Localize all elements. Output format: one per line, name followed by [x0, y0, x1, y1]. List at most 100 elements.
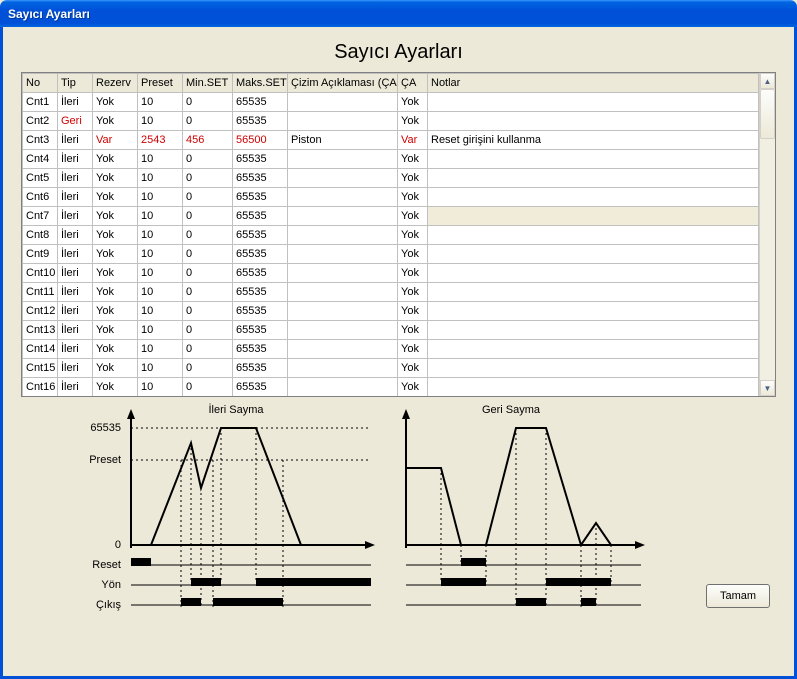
cell-not[interactable] [428, 150, 759, 169]
cell-rezerv[interactable]: Yok [93, 359, 138, 378]
cell-ca[interactable]: Yok [398, 188, 428, 207]
col-header-ciz[interactable]: Çizim Açıklaması (ÇA) [288, 74, 398, 93]
cell-min[interactable]: 0 [183, 150, 233, 169]
cell-tip[interactable]: İleri [58, 264, 93, 283]
cell-ciz[interactable] [288, 283, 398, 302]
cell-ca[interactable]: Yok [398, 283, 428, 302]
cell-maks[interactable]: 65535 [233, 283, 288, 302]
cell-min[interactable]: 0 [183, 169, 233, 188]
cell-maks[interactable]: 65535 [233, 188, 288, 207]
cell-preset[interactable]: 10 [138, 340, 183, 359]
table-row[interactable]: Cnt7İleriYok10065535Yok [23, 207, 759, 226]
table-row[interactable]: Cnt12İleriYok10065535Yok [23, 302, 759, 321]
table-row[interactable]: Cnt9İleriYok10065535Yok [23, 245, 759, 264]
cell-no[interactable]: Cnt15 [23, 359, 58, 378]
cell-ciz[interactable] [288, 150, 398, 169]
cell-maks[interactable]: 65535 [233, 169, 288, 188]
cell-rezerv[interactable]: Yok [93, 150, 138, 169]
cell-ca[interactable]: Yok [398, 226, 428, 245]
cell-maks[interactable]: 65535 [233, 226, 288, 245]
cell-rezerv[interactable]: Yok [93, 264, 138, 283]
cell-no[interactable]: Cnt10 [23, 264, 58, 283]
cell-maks[interactable]: 65535 [233, 302, 288, 321]
cell-ca[interactable]: Yok [398, 321, 428, 340]
cell-ca[interactable]: Yok [398, 359, 428, 378]
cell-maks[interactable]: 65535 [233, 93, 288, 112]
table-row[interactable]: Cnt5İleriYok10065535Yok [23, 169, 759, 188]
table-row[interactable]: Cnt15İleriYok10065535Yok [23, 359, 759, 378]
cell-min[interactable]: 0 [183, 302, 233, 321]
cell-preset[interactable]: 10 [138, 112, 183, 131]
table-row[interactable]: Cnt8İleriYok10065535Yok [23, 226, 759, 245]
cell-min[interactable]: 0 [183, 93, 233, 112]
cell-rezerv[interactable]: Yok [93, 283, 138, 302]
cell-not[interactable] [428, 169, 759, 188]
cell-no[interactable]: Cnt13 [23, 321, 58, 340]
cell-rezerv[interactable]: Yok [93, 321, 138, 340]
cell-tip[interactable]: İleri [58, 378, 93, 397]
cell-ca[interactable]: Yok [398, 169, 428, 188]
table-row[interactable]: Cnt3İleriVar254345656500PistonVarReset g… [23, 131, 759, 150]
cell-ca[interactable]: Yok [398, 264, 428, 283]
cell-maks[interactable]: 56500 [233, 131, 288, 150]
cell-no[interactable]: Cnt5 [23, 169, 58, 188]
cell-ciz[interactable]: Piston [288, 131, 398, 150]
table-row[interactable]: Cnt4İleriYok10065535Yok [23, 150, 759, 169]
cell-ciz[interactable] [288, 207, 398, 226]
table-row[interactable]: Cnt11İleriYok10065535Yok [23, 283, 759, 302]
col-header-preset[interactable]: Preset [138, 74, 183, 93]
cell-min[interactable]: 0 [183, 359, 233, 378]
cell-min[interactable]: 456 [183, 131, 233, 150]
table-row[interactable]: Cnt2GeriYok10065535Yok [23, 112, 759, 131]
cell-maks[interactable]: 65535 [233, 359, 288, 378]
cell-not[interactable] [428, 302, 759, 321]
col-header-ca[interactable]: ÇA [398, 74, 428, 93]
cell-no[interactable]: Cnt4 [23, 150, 58, 169]
cell-rezerv[interactable]: Yok [93, 226, 138, 245]
cell-min[interactable]: 0 [183, 188, 233, 207]
cell-no[interactable]: Cnt9 [23, 245, 58, 264]
cell-tip[interactable]: İleri [58, 169, 93, 188]
cell-tip[interactable]: İleri [58, 340, 93, 359]
cell-no[interactable]: Cnt14 [23, 340, 58, 359]
counter-table[interactable]: No Tip Rezerv Preset Min.SET Maks.SET Çi… [22, 73, 759, 397]
cell-no[interactable]: Cnt12 [23, 302, 58, 321]
cell-preset[interactable]: 10 [138, 245, 183, 264]
cell-rezerv[interactable]: Yok [93, 188, 138, 207]
cell-preset[interactable]: 10 [138, 264, 183, 283]
cell-rezerv[interactable]: Yok [93, 112, 138, 131]
cell-not[interactable] [428, 112, 759, 131]
cell-ciz[interactable] [288, 188, 398, 207]
table-row[interactable]: Cnt13İleriYok10065535Yok [23, 321, 759, 340]
scroll-up-button[interactable]: ▲ [760, 73, 775, 89]
cell-ca[interactable]: Yok [398, 245, 428, 264]
cell-no[interactable]: Cnt16 [23, 378, 58, 397]
cell-rezerv[interactable]: Yok [93, 93, 138, 112]
cell-no[interactable]: Cnt1 [23, 93, 58, 112]
cell-ca[interactable]: Var [398, 131, 428, 150]
cell-ciz[interactable] [288, 93, 398, 112]
cell-not[interactable] [428, 264, 759, 283]
table-row[interactable]: Cnt14İleriYok10065535Yok [23, 340, 759, 359]
titlebar[interactable]: Sayıcı Ayarları [0, 0, 797, 27]
cell-rezerv[interactable]: Yok [93, 169, 138, 188]
cell-not[interactable]: Reset girişini kullanma [428, 131, 759, 150]
cell-preset[interactable]: 10 [138, 226, 183, 245]
cell-ciz[interactable] [288, 321, 398, 340]
cell-ciz[interactable] [288, 264, 398, 283]
cell-tip[interactable]: İleri [58, 226, 93, 245]
cell-ciz[interactable] [288, 359, 398, 378]
cell-not[interactable] [428, 245, 759, 264]
cell-ciz[interactable] [288, 226, 398, 245]
cell-maks[interactable]: 65535 [233, 321, 288, 340]
cell-preset[interactable]: 10 [138, 378, 183, 397]
cell-tip[interactable]: İleri [58, 359, 93, 378]
cell-tip[interactable]: İleri [58, 302, 93, 321]
cell-no[interactable]: Cnt8 [23, 226, 58, 245]
cell-no[interactable]: Cnt2 [23, 112, 58, 131]
cell-preset[interactable]: 10 [138, 150, 183, 169]
cell-ca[interactable]: Yok [398, 93, 428, 112]
cell-tip[interactable]: İleri [58, 283, 93, 302]
col-header-minset[interactable]: Min.SET [183, 74, 233, 93]
ok-button[interactable]: Tamam [706, 584, 770, 608]
